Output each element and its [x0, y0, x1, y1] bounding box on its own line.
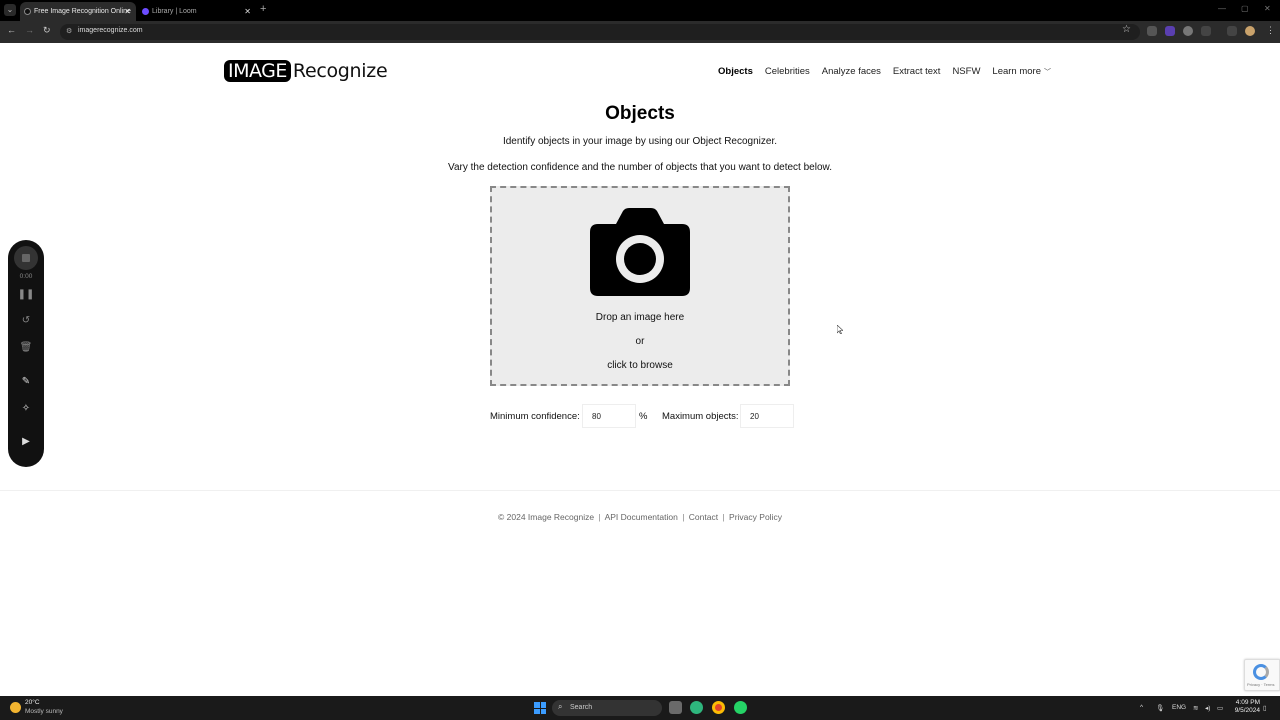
weather-temperature[interactable]: 20°C: [25, 699, 40, 706]
system-clock[interactable]: 4:09 PM 9/5/2024: [1234, 699, 1260, 715]
nav-extract-text[interactable]: Extract text: [893, 66, 941, 77]
loom-favicon-icon: [142, 8, 149, 15]
tab-image-recognition[interactable]: Free Image Recognition Online ✕: [20, 2, 136, 21]
browser-toolbar: ← → ↻ ⚙ imagerecognize.com: [0, 21, 1280, 43]
main-nav: Objects Celebrities Analyze faces Extrac…: [706, 66, 1051, 77]
sun-icon: [10, 702, 21, 713]
start-button[interactable]: [534, 702, 546, 714]
close-window-icon[interactable]: ✕: [1264, 4, 1271, 13]
language-indicator[interactable]: ENG: [1172, 704, 1186, 711]
recaptcha-logo-icon: [1253, 664, 1269, 680]
chevron-down-icon: ﹀: [1044, 69, 1051, 76]
footer-privacy-link[interactable]: Privacy Policy: [729, 512, 782, 522]
minimize-icon[interactable]: —: [1218, 4, 1226, 13]
weather-description[interactable]: Mostly sunny: [25, 708, 63, 715]
footer-separator: |: [598, 512, 601, 522]
browse-link[interactable]: click to browse: [492, 360, 788, 371]
nav-objects[interactable]: Objects: [718, 66, 753, 77]
pen-icon[interactable]: ✎: [8, 376, 44, 387]
site-favicon-icon: [24, 8, 31, 15]
footer-api-docs-link[interactable]: API Documentation: [605, 512, 678, 522]
footer-divider: [0, 490, 1280, 491]
mouse-cursor-icon: [837, 325, 843, 334]
microphone-icon[interactable]: 🎙: [1156, 704, 1164, 712]
footer-separator: |: [722, 512, 725, 522]
footer-contact-link[interactable]: Contact: [689, 512, 718, 522]
nav-nsfw[interactable]: NSFW: [952, 66, 980, 77]
recording-timer: 0:00: [19, 273, 33, 280]
footer-copyright: © 2024 Image Recognize: [498, 512, 595, 522]
battery-icon[interactable]: ▭: [1217, 704, 1223, 712]
whatsapp-icon[interactable]: [734, 701, 747, 714]
close-tab-icon[interactable]: ✕: [244, 2, 251, 21]
wifi-icon[interactable]: ≋: [1193, 704, 1198, 712]
tab-loom-library[interactable]: Library | Loom ✕: [138, 2, 256, 21]
drop-instruction: Drop an image here: [595, 312, 685, 323]
browser-tab-bar: ⌄ Free Image Recognition Online ✕ Librar…: [0, 0, 1280, 21]
clock-date: 9/5/2024: [1234, 707, 1260, 714]
close-tab-icon[interactable]: ✕: [124, 2, 131, 21]
nav-celebrities[interactable]: Celebrities: [765, 66, 810, 77]
page-title: Objects: [605, 103, 675, 124]
bookmark-star-icon[interactable]: ☆: [1122, 24, 1131, 35]
delete-icon[interactable]: 🗑: [8, 342, 44, 353]
reload-icon[interactable]: ↻: [43, 25, 51, 36]
back-icon[interactable]: ←: [7, 25, 16, 35]
recaptcha-badge[interactable]: Privacy · Terms: [1244, 659, 1280, 691]
max-objects-label: Maximum objects:: [662, 411, 739, 422]
extensions-puzzle-icon[interactable]: [1201, 26, 1211, 36]
extension-icon[interactable]: [1147, 26, 1157, 36]
extension-icon[interactable]: [1165, 26, 1175, 36]
forward-icon[interactable]: →: [25, 25, 34, 35]
max-objects-input[interactable]: [740, 404, 794, 428]
url-text: imagerecognize.com: [78, 27, 143, 34]
effects-icon[interactable]: ✧: [8, 403, 44, 414]
taskbar-search-label: Search: [570, 704, 593, 711]
restart-icon[interactable]: ↺: [8, 315, 44, 326]
tab-search-button[interactable]: ⌄: [4, 4, 16, 16]
taskbar-search[interactable]: ⌕ Search: [552, 700, 662, 716]
min-confidence-input[interactable]: [582, 404, 636, 428]
address-bar[interactable]: ⚙ imagerecognize.com: [60, 24, 1140, 40]
windows-taskbar: 20°C Mostly sunny ⌕ Search ^ 🎙 ENG ≋ ◂) …: [0, 696, 1280, 720]
logo-text: Recognize: [292, 60, 388, 82]
tray-overflow-icon[interactable]: ^: [1140, 704, 1143, 711]
tab-title: Free Image Recognition Online: [34, 8, 131, 15]
profile-avatar[interactable]: [1245, 26, 1255, 36]
pause-icon[interactable]: ❚❚: [8, 289, 44, 300]
loom-recorder-panel: 0:00 ❚❚ ↺ 🗑 ✎ ✧ ▶: [8, 240, 44, 467]
page-instructions: Vary the detection confidence and the nu…: [448, 162, 832, 173]
slack-icon[interactable]: [690, 701, 703, 714]
nav-analyze-faces[interactable]: Analyze faces: [822, 66, 881, 77]
stop-recording-button[interactable]: [14, 246, 38, 270]
notifications-icon[interactable]: ▯: [1263, 704, 1267, 712]
logo-box-text: IMAGE: [224, 60, 291, 82]
nav-learn-more[interactable]: Learn more ﹀: [992, 66, 1051, 77]
clock-time: 4:09 PM: [1235, 699, 1260, 706]
camera-icon: [590, 208, 690, 296]
site-logo[interactable]: IMAGE Recognize: [224, 60, 388, 82]
drop-or: or: [635, 336, 645, 347]
tab-title: Library | Loom: [152, 8, 197, 15]
percent-sign: %: [639, 411, 648, 422]
extension-icon[interactable]: [1183, 26, 1193, 36]
recaptcha-links: Privacy · Terms: [1247, 682, 1275, 687]
image-dropzone[interactable]: Drop an image here or click to browse: [490, 186, 790, 386]
chrome-icon[interactable]: [712, 701, 725, 714]
site-info-icon[interactable]: ⚙: [66, 27, 72, 35]
maximize-icon[interactable]: ▢: [1241, 4, 1249, 13]
page-description: Identify objects in your image by using …: [502, 136, 778, 147]
footer: © 2024 Image Recognize | API Documentati…: [0, 512, 1280, 522]
camera-toggle-icon[interactable]: ▶: [8, 436, 44, 447]
nav-learn-more-label: Learn more: [992, 66, 1041, 77]
search-icon: ⌕: [558, 702, 563, 711]
min-confidence-label: Minimum confidence:: [490, 411, 580, 422]
media-control-icon[interactable]: [1227, 26, 1237, 36]
new-tab-icon[interactable]: +: [260, 3, 266, 15]
browser-menu-icon[interactable]: ⋮: [1266, 25, 1275, 36]
volume-icon[interactable]: ◂): [1205, 704, 1210, 712]
footer-separator: |: [682, 512, 685, 522]
task-view-icon[interactable]: [669, 701, 682, 714]
